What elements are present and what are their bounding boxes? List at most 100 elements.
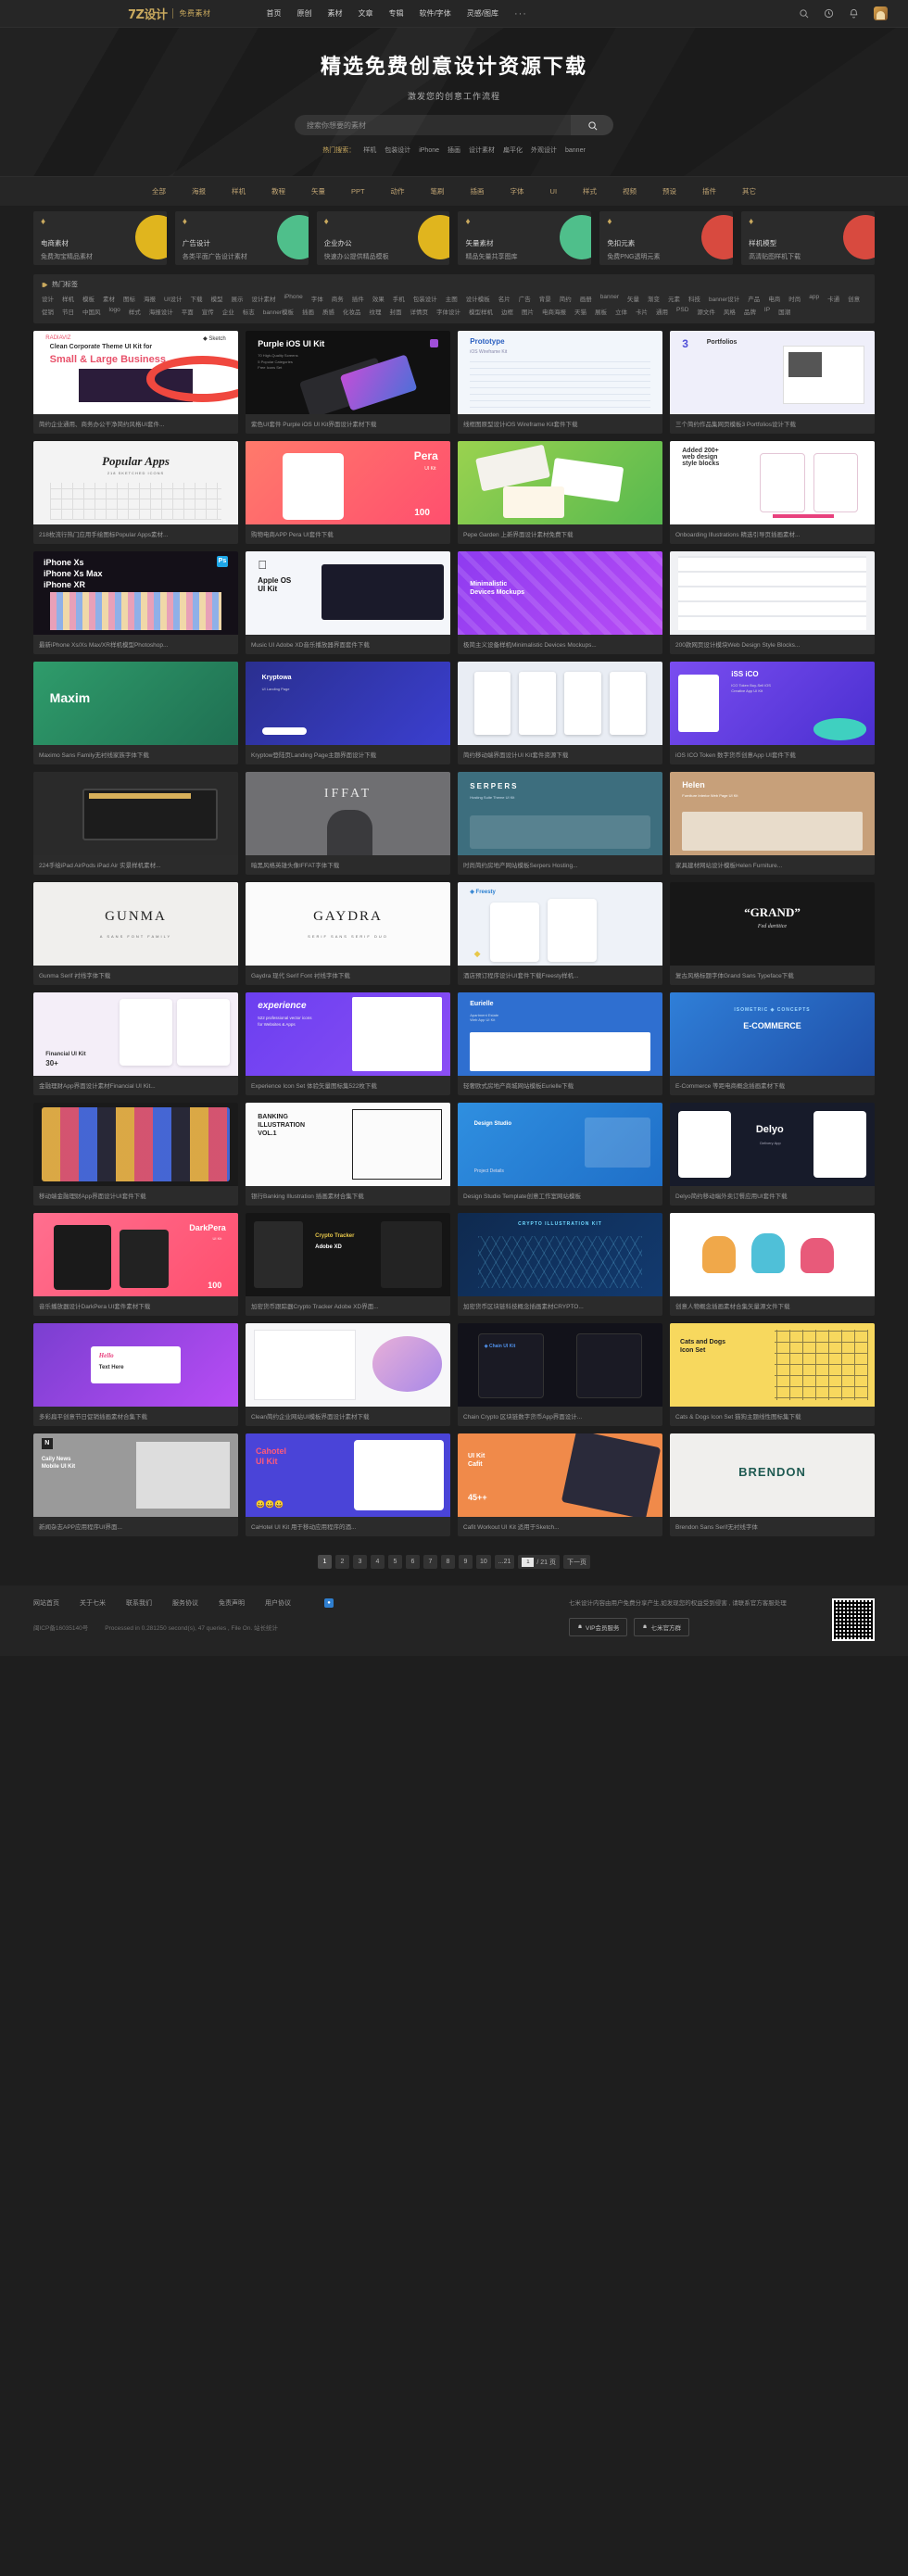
tag-item-63[interactable]: 通用 [656, 307, 668, 316]
resource-card[interactable]: N Caily News Mobile UI Kit 新闻杂志APP应用程序UI界面.… [33, 1433, 238, 1536]
tag-item-69[interactable]: 国潮 [778, 307, 790, 316]
tag-item-5[interactable]: 海报 [144, 294, 156, 303]
tag-item-64[interactable]: PSD [676, 307, 688, 316]
resource-card[interactable]: IFFAT 暗黑风格英雄头像IFFAT字体下载 [246, 772, 450, 875]
nav-item-albums[interactable]: 专辑 [388, 8, 403, 19]
hot-tag-1[interactable]: 包装设计 [385, 145, 410, 155]
category-item-4[interactable]: 矢量 [311, 186, 325, 196]
avatar[interactable] [874, 6, 888, 20]
tag-item-2[interactable]: 模板 [82, 294, 95, 303]
resource-card[interactable]: DarkPera UI Kit 100 音乐播放器设计DarkPera UI套件素材下… [33, 1213, 238, 1316]
page-button-4[interactable]: 4 [370, 1555, 385, 1569]
card-thumbnail[interactable] [458, 441, 662, 524]
resource-card[interactable]: 移动端金融理财App界面设计UI套件下载 [33, 1103, 238, 1206]
resource-card[interactable]: 简约移动端界面设计UI Kit套件资源下载 [458, 662, 662, 764]
card-thumbnail[interactable] [670, 1213, 875, 1296]
resource-card[interactable]: Hello Text Here 多彩扁平创意节日促销插画素材合集下载 [33, 1323, 238, 1426]
card-thumbnail[interactable]: ◈ Freesty ◆ [458, 882, 662, 966]
resource-card[interactable]: Financial UI Kit 30+ 金融理财App界面设计素材Financia… [33, 992, 238, 1095]
tag-item-51[interactable]: 纹理 [370, 307, 382, 316]
resource-card[interactable]: Clean简约企业网站UI模板界面设计素材下载 [246, 1323, 450, 1426]
card-thumbnail[interactable]: Hello Text Here [33, 1323, 238, 1407]
hot-tag-6[interactable]: 外观设计 [531, 145, 557, 155]
category-item-8[interactable]: 插画 [471, 186, 485, 196]
banner-card-4[interactable]: ♦ 免扣元素 免费PNG透明元素 [599, 211, 734, 265]
tag-item-19[interactable]: 设计模板 [466, 294, 490, 303]
page-button-9[interactable]: 9 [458, 1555, 473, 1569]
tag-item-18[interactable]: 主图 [446, 294, 458, 303]
resource-card[interactable]: Design Studio Project Details Design Studi… [458, 1103, 662, 1206]
tag-item-1[interactable]: 样机 [62, 294, 74, 303]
hot-tag-5[interactable]: 扁平化 [503, 145, 523, 155]
tag-item-68[interactable]: IP [764, 307, 770, 316]
resource-card[interactable]: Pepe Garden 上新界面设计素材免费下载 [458, 441, 662, 544]
card-thumbnail[interactable]: BANKING ILLUSTRATION VOL.1 [246, 1103, 450, 1186]
resource-card[interactable]: Minimalistic Devices Mockups 极简主义设备样机Minim… [458, 551, 662, 654]
card-thumbnail[interactable]: ◈ Chain UI Kit [458, 1323, 662, 1407]
resource-card[interactable]: GAYDRA SERIF SANS SERIF DUO Gaydra 现代 Seri… [246, 882, 450, 985]
card-thumbnail[interactable]: experience 522 professional vector icons f… [246, 992, 450, 1076]
card-thumbnail[interactable]: Delyo Delivery App [670, 1103, 875, 1186]
tag-item-62[interactable]: 卡片 [636, 307, 648, 316]
resource-card[interactable]: iPhone Xs iPhone Xs Max iPhone XR Ps 最新iPhon… [33, 551, 238, 654]
tag-item-0[interactable]: 设计 [42, 294, 54, 303]
resource-card[interactable]: Apple OSUI Kit Music UI Adobe XD音乐播放器界面套… [246, 551, 450, 654]
card-thumbnail[interactable]: Crypto Tracker Adobe XD [246, 1213, 450, 1296]
tag-item-14[interactable]: 插件 [352, 294, 364, 303]
card-thumbnail[interactable]: Minimalistic Devices Mockups [458, 551, 662, 635]
resource-card[interactable]: Cats and Dogs Icon Set Cats & Dogs Icon Se… [670, 1323, 875, 1426]
card-thumbnail[interactable] [33, 772, 238, 855]
resource-card[interactable]: Maxim Maximo Sans Family无衬线家族字体下载 [33, 662, 238, 764]
card-thumbnail[interactable]: Popular Apps 218 SKETCHED ICONS [33, 441, 238, 524]
tag-item-24[interactable]: 画册 [580, 294, 592, 303]
page-number-input[interactable] [522, 1557, 535, 1567]
tag-item-31[interactable]: 产品 [748, 294, 760, 303]
tag-item-10[interactable]: 设计素材 [252, 294, 276, 303]
tag-item-27[interactable]: 渐变 [648, 294, 660, 303]
category-item-5[interactable]: PPT [351, 187, 365, 196]
tag-item-45[interactable]: 企业 [222, 307, 234, 316]
category-item-6[interactable]: 动作 [391, 186, 405, 196]
card-thumbnail[interactable]: Clean Corporate Theme UI Kit for Small & … [33, 331, 238, 414]
tag-item-9[interactable]: 展示 [232, 294, 244, 303]
tag-item-59[interactable]: 天猫 [574, 307, 586, 316]
tag-item-58[interactable]: 电商海报 [542, 307, 566, 316]
tag-item-17[interactable]: 包装设计 [413, 294, 437, 303]
bell-icon[interactable] [849, 8, 859, 19]
category-item-15[interactable]: 其它 [742, 186, 756, 196]
card-thumbnail[interactable]: IFFAT [246, 772, 450, 855]
tag-item-60[interactable]: 展板 [595, 307, 607, 316]
category-item-12[interactable]: 视频 [623, 186, 637, 196]
category-item-1[interactable]: 海报 [192, 186, 206, 196]
tag-item-34[interactable]: app [809, 294, 819, 303]
card-thumbnail[interactable]: Eurielle Apartment Estate Web App UI Kit [458, 992, 662, 1076]
tag-item-25[interactable]: banner [600, 294, 619, 303]
tag-item-21[interactable]: 广告 [519, 294, 531, 303]
card-thumbnail[interactable]: GUNMA A SANS FONT FAMILY [33, 882, 238, 966]
tag-item-40[interactable]: logo [109, 307, 120, 316]
category-item-7[interactable]: 笔刷 [431, 186, 445, 196]
tag-item-33[interactable]: 时尚 [788, 294, 801, 303]
card-thumbnail[interactable]: CRYPTO ILLUSTRATION KIT [458, 1213, 662, 1296]
card-thumbnail[interactable]: Cahotel UI Kit 😀😀😀 [246, 1433, 450, 1517]
footer-link-3[interactable]: 服务协议 [172, 1598, 198, 1608]
page-button-7[interactable]: 7 [422, 1555, 437, 1569]
tag-item-65[interactable]: 源文件 [697, 307, 715, 316]
resource-card[interactable]: ◈ Freesty ◆ 酒店预订程序设计UI套件下载Freesty样机... [458, 882, 662, 985]
tag-item-23[interactable]: 简约 [560, 294, 572, 303]
resource-card[interactable]: iSS iCO ICO Token Buy-Sell iOS Creative Ap… [670, 662, 875, 764]
tag-item-29[interactable]: 科技 [688, 294, 700, 303]
tag-item-49[interactable]: 质感 [322, 307, 334, 316]
hot-tag-2[interactable]: iPhone [419, 147, 439, 154]
card-thumbnail[interactable]: Apple OSUI Kit [246, 551, 450, 635]
tag-item-41[interactable]: 样式 [129, 307, 141, 316]
resource-card[interactable]: Prototype iOS Wireframe Kit 线框图原型设计iOS Wir… [458, 331, 662, 434]
card-thumbnail[interactable]: Cats and Dogs Icon Set [670, 1323, 875, 1407]
card-thumbnail[interactable]: GAYDRA SERIF SANS SERIF DUO [246, 882, 450, 966]
card-thumbnail[interactable]: DarkPera UI Kit 100 [33, 1213, 238, 1296]
tag-item-66[interactable]: 风格 [724, 307, 736, 316]
card-thumbnail[interactable]: Prototype iOS Wireframe Kit [458, 331, 662, 414]
next-page-button[interactable]: 下一页 [563, 1555, 591, 1569]
card-thumbnail[interactable]: Added 200+ web design style blocks [670, 441, 875, 524]
page-button-1[interactable]: 1 [317, 1555, 332, 1569]
